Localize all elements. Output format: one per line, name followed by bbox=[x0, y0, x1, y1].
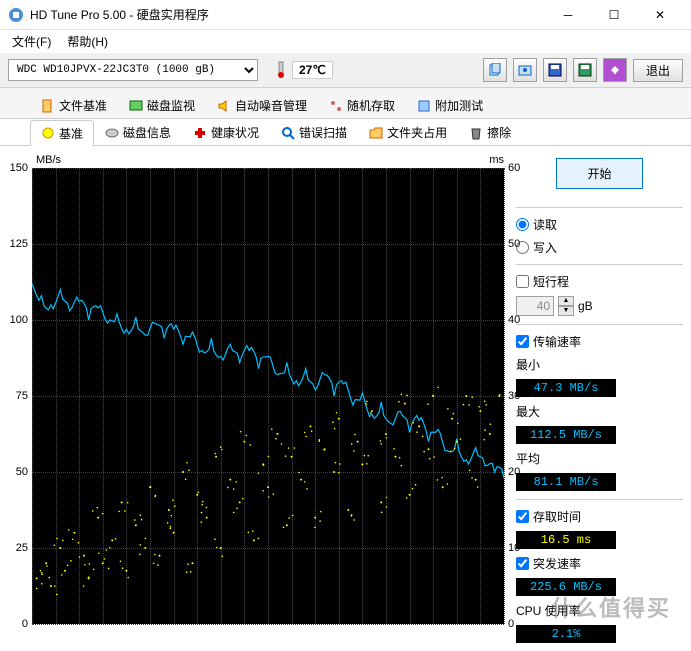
tab-extra-tests[interactable]: 附加测试 bbox=[406, 92, 494, 118]
y-right-tick: 50 bbox=[508, 238, 520, 250]
monitor-icon bbox=[129, 99, 143, 113]
y-right-tick: 0 bbox=[508, 618, 514, 630]
short-stroke-checkbox[interactable]: 短行程 bbox=[516, 273, 683, 290]
y-left-tick: 75 bbox=[16, 390, 28, 402]
max-value: 112.5 MB/s bbox=[516, 426, 616, 444]
y-left-tick: 100 bbox=[10, 314, 28, 326]
close-button[interactable]: ✕ bbox=[637, 0, 683, 30]
drive-select[interactable]: WDC WD10JPVX-22JC3T0 (1000 gB) bbox=[8, 59, 258, 81]
min-label: 最小 bbox=[516, 356, 683, 373]
tab-disk-monitor[interactable]: 磁盘监视 bbox=[118, 92, 206, 118]
tab-health[interactable]: 健康状况 bbox=[182, 119, 270, 145]
y-right-tick: 60 bbox=[508, 162, 520, 174]
random-icon bbox=[329, 99, 343, 113]
menu-file[interactable]: 文件(F) bbox=[4, 31, 59, 52]
menu-help[interactable]: 帮助(H) bbox=[59, 31, 116, 52]
tab-file-benchmark[interactable]: 文件基准 bbox=[30, 92, 118, 118]
spin-up[interactable]: ▲ bbox=[558, 296, 574, 306]
y-left-tick: 125 bbox=[10, 238, 28, 250]
tab-error-scan[interactable]: 错误扫描 bbox=[270, 119, 358, 145]
min-value: 47.3 MB/s bbox=[516, 379, 616, 397]
y-left-tick: 150 bbox=[10, 162, 28, 174]
max-label: 最大 bbox=[516, 403, 683, 420]
window-title: HD Tune Pro 5.00 - 硬盘实用程序 bbox=[30, 6, 545, 23]
save-screenshot-button[interactable] bbox=[573, 58, 597, 82]
options-button[interactable] bbox=[603, 58, 627, 82]
file-icon bbox=[41, 99, 55, 113]
temperature-value: 27℃ bbox=[292, 61, 333, 79]
write-radio[interactable]: 写入 bbox=[516, 239, 683, 256]
toolbar: WDC WD10JPVX-22JC3T0 (1000 gB) 27℃ 退出 bbox=[0, 52, 691, 88]
speaker-icon bbox=[217, 99, 231, 113]
y-right-tick: 10 bbox=[508, 542, 520, 554]
side-panel: 开始 读取 写入 短行程 ▲▼ gB 传输速率 最小 47.3 MB/s 最大 … bbox=[516, 154, 683, 643]
tab-random-access[interactable]: 随机存取 bbox=[318, 92, 406, 118]
y-left-tick: 50 bbox=[16, 466, 28, 478]
read-radio[interactable]: 读取 bbox=[516, 216, 683, 233]
y-right-tick: 20 bbox=[508, 466, 520, 478]
y-left-tick: 25 bbox=[16, 542, 28, 554]
copy-info-button[interactable] bbox=[483, 58, 507, 82]
menu-bar: 文件(F) 帮助(H) bbox=[0, 30, 691, 52]
tabs-row-1: 文件基准 磁盘监视 自动噪音管理 随机存取 附加测试 bbox=[0, 88, 691, 119]
avg-value: 81.1 MB/s bbox=[516, 473, 616, 491]
thermometer-icon bbox=[274, 61, 288, 79]
cpu-value: 2.1% bbox=[516, 625, 616, 643]
y-axis-left-label: MB/s bbox=[36, 154, 61, 166]
maximize-button[interactable]: ☐ bbox=[591, 0, 637, 30]
benchmark-chart: MB/s ms 15012510075502506050403020100 bbox=[8, 154, 508, 634]
start-button[interactable]: 开始 bbox=[556, 158, 642, 189]
transfer-rate-checkbox[interactable]: 传输速率 bbox=[516, 333, 683, 350]
tab-aam[interactable]: 自动噪音管理 bbox=[206, 92, 318, 118]
tab-erase[interactable]: 擦除 bbox=[458, 119, 522, 145]
health-icon bbox=[193, 126, 207, 140]
access-time-value: 16.5 ms bbox=[516, 531, 616, 549]
save-button[interactable] bbox=[543, 58, 567, 82]
disk-icon bbox=[105, 126, 119, 140]
y-left-tick: 0 bbox=[22, 618, 28, 630]
scan-icon bbox=[281, 126, 295, 140]
title-bar: HD Tune Pro 5.00 - 硬盘实用程序 ─ ☐ ✕ bbox=[0, 0, 691, 30]
folder-icon bbox=[369, 126, 383, 140]
cpu-label: CPU 使用率 bbox=[516, 602, 683, 619]
tab-benchmark[interactable]: 基准 bbox=[30, 120, 94, 146]
burst-rate-checkbox[interactable]: 突发速率 bbox=[516, 555, 683, 572]
spin-down[interactable]: ▼ bbox=[558, 306, 574, 316]
tab-folder-usage[interactable]: 文件夹占用 bbox=[358, 119, 458, 145]
exit-button[interactable]: 退出 bbox=[633, 59, 683, 82]
y-right-tick: 30 bbox=[508, 390, 520, 402]
copy-screenshot-button[interactable] bbox=[513, 58, 537, 82]
tabs-row-2: 基准 磁盘信息 健康状况 错误扫描 文件夹占用 擦除 bbox=[0, 119, 691, 146]
avg-label: 平均 bbox=[516, 450, 683, 467]
gb-unit: gB bbox=[578, 299, 593, 313]
minimize-button[interactable]: ─ bbox=[545, 0, 591, 30]
extra-icon bbox=[417, 99, 431, 113]
tab-info[interactable]: 磁盘信息 bbox=[94, 119, 182, 145]
y-axis-right-label: ms bbox=[489, 154, 504, 166]
access-time-checkbox[interactable]: 存取时间 bbox=[516, 508, 683, 525]
y-right-tick: 40 bbox=[508, 314, 520, 326]
burst-rate-value: 225.6 MB/s bbox=[516, 578, 616, 596]
short-stroke-value[interactable] bbox=[516, 296, 554, 316]
trash-icon bbox=[469, 126, 483, 140]
bulb-icon bbox=[41, 127, 55, 141]
app-icon bbox=[8, 7, 24, 23]
